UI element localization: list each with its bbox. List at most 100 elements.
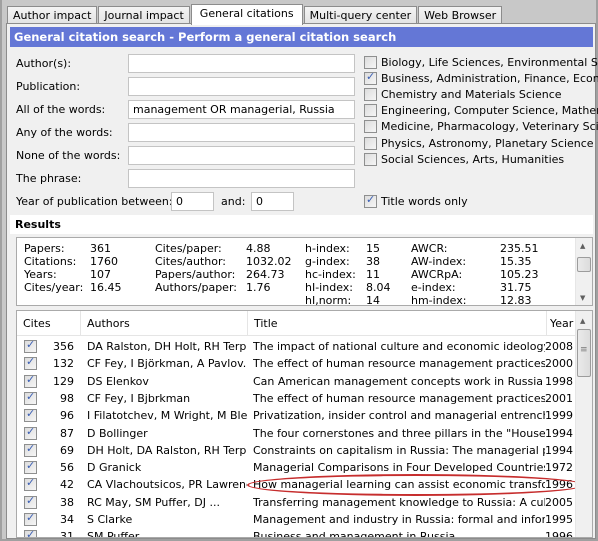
title-cell: The effect of human resource management …: [253, 391, 545, 405]
year-cell: 2000: [545, 357, 573, 371]
stat-value: 14: [366, 294, 380, 307]
title-cell: The impact of national culture and econo…: [253, 340, 545, 353]
stat-label: h-index:: [305, 242, 350, 255]
year-cell: 2008: [545, 340, 573, 353]
table-row[interactable]: 132 CF Fey, I Björkman, A Pavlov... The ef…: [17, 355, 576, 372]
subject-social-sciences-label: Social Sciences, Arts, Humanities: [381, 153, 565, 166]
year-cell: 1972: [545, 461, 573, 475]
stat-label: Cites/author:: [155, 255, 227, 268]
table-row[interactable]: 31 SM Puffer... Business and management in…: [17, 528, 576, 538]
year-to-input[interactable]: [251, 192, 294, 211]
checkbox-biology[interactable]: [364, 56, 377, 69]
authors-cell: DA Ralston, DH Holt, RH Terp...: [87, 340, 247, 353]
row-checkbox[interactable]: [24, 511, 37, 526]
results-heading: Results: [10, 215, 593, 234]
subject-physics[interactable]: Physics, Astronomy, Planetary Science: [364, 137, 594, 150]
row-checkbox[interactable]: [24, 407, 37, 423]
stat-value: 15: [366, 242, 380, 255]
scroll-up-icon[interactable]: ▲: [580, 242, 585, 250]
stats-scrollbar[interactable]: ▲ ▼: [575, 238, 592, 305]
stat-value: 264.73: [246, 268, 285, 281]
any-words-input[interactable]: [128, 123, 355, 142]
title-cell: Managerial Comparisons in Four Developed…: [253, 461, 545, 475]
none-words-input[interactable]: [128, 146, 355, 165]
authors-label: Author(s):: [16, 57, 72, 70]
cites-cell: 132: [53, 357, 74, 371]
tab-general-citations[interactable]: General citations: [190, 4, 303, 25]
list-scrollbar[interactable]: ▲ ≡: [575, 311, 592, 537]
row-checkbox[interactable]: [24, 528, 37, 537]
checkbox-social-sciences[interactable]: [364, 153, 377, 166]
row-checkbox[interactable]: [24, 338, 37, 353]
table-row[interactable]: 56 D Granick Managerial Comparisons in Fou…: [17, 459, 576, 476]
authors-input[interactable]: [128, 54, 355, 73]
subject-biology[interactable]: Biology, Life Sciences, Environmental Sc…: [364, 56, 598, 69]
authors-cell: SM Puffer...: [87, 530, 149, 538]
checkbox-business[interactable]: [364, 70, 377, 85]
list-scroll-thumb[interactable]: ≡: [577, 329, 591, 377]
title-words-only[interactable]: Title words only: [364, 193, 468, 208]
title-cell: Privatization, insider control and manag…: [253, 409, 545, 423]
subject-medicine-label: Medicine, Pharmacology, Veterinary Scien…: [381, 120, 598, 133]
results-list: Cites Authors Title Year 356 DA Ralston, …: [16, 310, 593, 538]
row-checkbox[interactable]: [24, 373, 37, 388]
row-checkbox[interactable]: [24, 355, 37, 371]
column-header-cites[interactable]: Cites: [17, 311, 81, 336]
table-row[interactable]: 96 I Filatotchev, M Wright, M Ble... Priva…: [17, 407, 576, 424]
year-from-input[interactable]: [171, 192, 214, 211]
year-cell: 2001: [545, 391, 573, 405]
column-header-authors[interactable]: Authors: [81, 311, 248, 336]
subject-engineering[interactable]: Engineering, Computer Science, Mathemati…: [364, 104, 598, 117]
row-checkbox[interactable]: [24, 442, 37, 457]
subject-medicine[interactable]: Medicine, Pharmacology, Veterinary Scien…: [364, 120, 598, 133]
subject-social-sciences[interactable]: Social Sciences, Arts, Humanities: [364, 153, 564, 166]
authors-cell: D Granick: [87, 461, 142, 475]
checkbox-physics[interactable]: [364, 137, 377, 150]
stat-value: 105.23: [500, 268, 539, 281]
table-row[interactable]: 87 D Bollinger The four cornerstones and t…: [17, 425, 576, 442]
general-citations-panel: General citation search - Perform a gene…: [6, 23, 598, 539]
publication-input[interactable]: [128, 77, 355, 96]
row-checkbox[interactable]: [24, 476, 37, 492]
row-checkbox[interactable]: [24, 459, 37, 475]
year-cell: 1995: [545, 513, 573, 526]
table-row[interactable]: 129 DS Elenkov Can American management con…: [17, 373, 576, 390]
column-header-year[interactable]: Year: [547, 311, 576, 336]
title-cell: The effect of human resource management …: [253, 357, 545, 371]
application-window: Author impact Journal impact General cit…: [0, 0, 598, 541]
year-and-label: and:: [221, 195, 246, 208]
stats-scroll-thumb[interactable]: [577, 257, 591, 272]
row-checkbox[interactable]: [24, 425, 37, 440]
year-cell: 2005: [545, 495, 573, 509]
row-checkbox[interactable]: [24, 390, 37, 405]
checkbox-chemistry[interactable]: [364, 88, 377, 101]
stat-label: AWCRpA:: [411, 268, 463, 281]
scroll-down-icon[interactable]: ▼: [580, 294, 585, 302]
scroll-up-icon[interactable]: ▲: [580, 317, 585, 325]
subject-business[interactable]: Business, Administration, Finance, Econo…: [364, 70, 598, 85]
table-row[interactable]: 69 DH Holt, DA Ralston, RH Terp... Constra…: [17, 442, 576, 459]
year-cell: 1999: [545, 409, 573, 423]
title-cell: Business and management in Russia: [253, 530, 456, 538]
table-row[interactable]: 38 RC May, SM Puffer, DJ ... Transferring …: [17, 494, 576, 511]
stat-value: 4.88: [246, 242, 271, 255]
subject-chemistry[interactable]: Chemistry and Materials Science: [364, 88, 562, 101]
stat-value: 16.45: [90, 281, 122, 294]
stat-value: 235.51: [500, 242, 539, 255]
phrase-input[interactable]: [128, 169, 355, 188]
checkbox-title-words-only[interactable]: [364, 193, 377, 208]
table-row[interactable]: 42 CA Vlachoutsicos, PR Lawrence How manag…: [17, 476, 576, 493]
stat-value: 107: [90, 268, 111, 281]
column-header-title[interactable]: Title: [248, 311, 547, 336]
table-row[interactable]: 98 CF Fey, I Bjbrkman The effect of human …: [17, 390, 576, 407]
stat-value: 8.04: [366, 281, 391, 294]
row-checkbox[interactable]: [24, 494, 37, 509]
all-words-input[interactable]: [128, 100, 355, 119]
tab-strip: Author impact Journal impact General cit…: [7, 4, 503, 25]
checkbox-engineering[interactable]: [364, 104, 377, 117]
subject-biology-label: Biology, Life Sciences, Environmental Sc…: [381, 56, 598, 69]
table-row[interactable]: 356 DA Ralston, DH Holt, RH Terp... The im…: [17, 338, 576, 355]
grip-icon: ≡: [580, 345, 588, 355]
table-row[interactable]: 34 S Clarke Management and industry in Rus…: [17, 511, 576, 528]
checkbox-medicine[interactable]: [364, 120, 377, 133]
